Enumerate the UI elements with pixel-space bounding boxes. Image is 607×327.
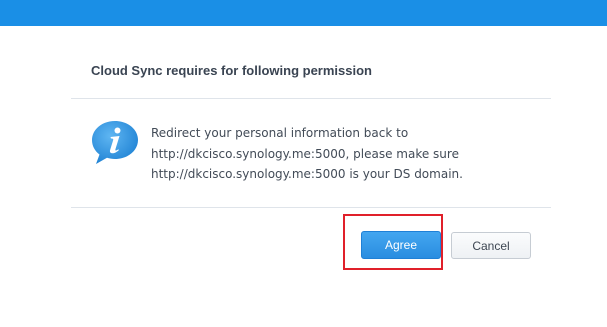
permission-message: Redirect your personal information back … <box>151 123 463 185</box>
divider-top <box>71 98 551 99</box>
message-line: http://dkcisco.synology.me:5000, please … <box>151 146 459 161</box>
cancel-button[interactable]: Cancel <box>451 232 531 259</box>
message-line: Redirect your personal information back … <box>151 126 409 140</box>
info-icon <box>91 120 141 166</box>
dialog-title: Cloud Sync requires for following permis… <box>91 63 372 78</box>
top-bar <box>0 0 607 26</box>
agree-button[interactable]: Agree <box>361 231 441 259</box>
divider-bottom <box>71 207 551 208</box>
message-line: http://dkcisco.synology.me:5000 is your … <box>151 167 463 181</box>
